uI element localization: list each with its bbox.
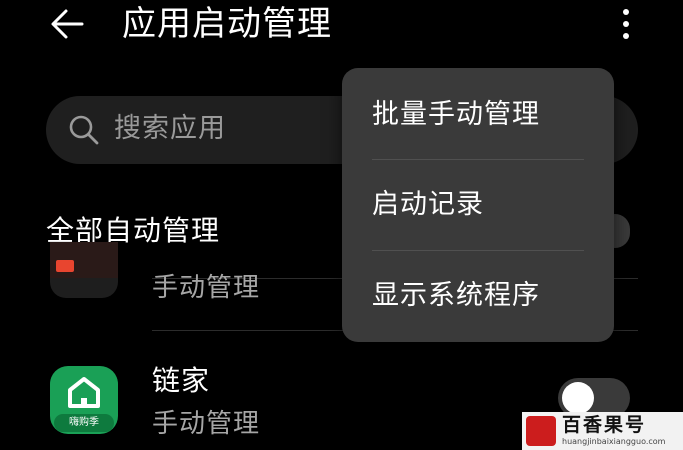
watermark-logo xyxy=(526,416,556,446)
menu-divider xyxy=(372,159,584,160)
menu-item-batch-manual[interactable]: 批量手动管理 xyxy=(372,71,592,159)
search-placeholder: 搜索应用 xyxy=(114,113,226,144)
watermark-text: 百香果号 xyxy=(562,414,647,436)
arrow-left-icon xyxy=(51,9,84,39)
more-vertical-icon xyxy=(623,9,629,39)
app-name: 链家 xyxy=(152,364,211,397)
app-status: 手动管理 xyxy=(152,273,261,303)
page-title: 应用启动管理 xyxy=(122,4,332,44)
toggle-knob xyxy=(562,382,594,414)
lianjia-app-icon: 嗨购季 xyxy=(50,366,118,434)
app-icon-tag: 嗨购季 xyxy=(54,414,114,432)
menu-item-show-system-apps[interactable]: 显示系统程序 xyxy=(372,252,592,340)
back-button[interactable] xyxy=(48,4,88,44)
overflow-menu: 批量手动管理 启动记录 显示系统程序 xyxy=(342,68,614,342)
menu-item-launch-records[interactable]: 启动记录 xyxy=(372,161,592,249)
app-icon xyxy=(50,242,118,298)
house-icon xyxy=(68,377,100,408)
watermark: 百香果号 huangjinbaixiangguo.com xyxy=(522,412,683,450)
app-status: 手动管理 xyxy=(152,409,261,439)
title-bar: 应用启动管理 xyxy=(0,0,683,60)
search-icon xyxy=(69,115,99,145)
more-options-button[interactable] xyxy=(612,4,640,44)
watermark-url: huangjinbaixiangguo.com xyxy=(562,437,666,446)
menu-divider xyxy=(372,250,584,251)
app-icon-accent xyxy=(56,260,74,272)
